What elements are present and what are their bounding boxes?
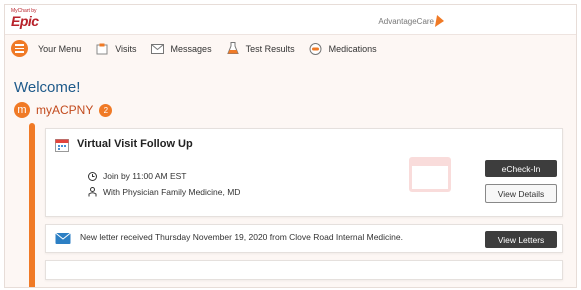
org-avatar: m — [14, 102, 30, 118]
hamburger-icon — [11, 40, 28, 57]
mychart-page: MyChart by Epic AdvantageCare Your Menu … — [4, 4, 577, 288]
empty-card — [45, 260, 563, 280]
epic-logo[interactable]: MyChart by Epic — [11, 8, 39, 28]
visit-card: Virtual Visit Follow Up Join by 11:00 AM… — [45, 128, 563, 217]
your-menu-label: Your Menu — [38, 43, 82, 54]
flask-icon — [226, 42, 240, 55]
messages-label: Messages — [170, 43, 212, 54]
letter-envelope-icon — [55, 232, 71, 244]
menu-item-messages[interactable]: Messages — [151, 43, 212, 55]
menu-item-test-results[interactable]: Test Results — [226, 42, 295, 55]
visits-label: Visits — [115, 43, 137, 54]
pill-icon — [309, 42, 323, 55]
join-time-text: Join by 11:00 AM EST — [103, 171, 187, 181]
main-menu-bar: Your Menu Visits Messages Test Results M… — [5, 35, 576, 62]
view-letters-button[interactable]: View Letters — [485, 231, 557, 248]
menu-item-visits[interactable]: Visits — [95, 43, 137, 55]
provider-row: With Physician Family Medicine, MD — [88, 187, 240, 197]
timeline-rail — [29, 123, 35, 287]
clipboard-icon — [95, 43, 109, 55]
envelope-icon — [151, 43, 165, 55]
background-calendar-icon — [409, 157, 451, 192]
notification-count-badge: 2 — [99, 103, 113, 117]
medications-label: Medications — [328, 43, 377, 54]
partner-logo: AdvantageCare — [378, 15, 446, 27]
test-results-label: Test Results — [245, 43, 295, 54]
your-menu-button[interactable]: Your Menu — [11, 40, 81, 57]
clock-icon — [88, 171, 97, 181]
provider-text: With Physician Family Medicine, MD — [103, 187, 241, 197]
view-details-button[interactable]: View Details — [485, 184, 557, 203]
letter-card: New letter received Thursday November 19… — [45, 224, 563, 253]
partner-mark-icon — [434, 15, 446, 27]
top-bar: MyChart by Epic AdvantageCare — [5, 5, 576, 35]
menu-item-medications[interactable]: Medications — [309, 42, 377, 55]
letter-notice-text: New letter received Thursday November 19… — [80, 232, 403, 242]
calendar-icon — [55, 139, 69, 152]
echeck-in-button[interactable]: eCheck-In — [485, 160, 557, 177]
welcome-heading: Welcome! — [14, 79, 81, 96]
partner-name: AdvantageCare — [378, 16, 434, 26]
provider-icon — [88, 187, 97, 197]
brand-logo-text: Epic — [11, 13, 39, 29]
org-name: myACPNY — [36, 103, 94, 117]
visit-title: Virtual Visit Follow Up — [77, 138, 193, 150]
join-time-row: Join by 11:00 AM EST — [88, 171, 186, 181]
org-header[interactable]: m myACPNY 2 — [14, 102, 113, 118]
